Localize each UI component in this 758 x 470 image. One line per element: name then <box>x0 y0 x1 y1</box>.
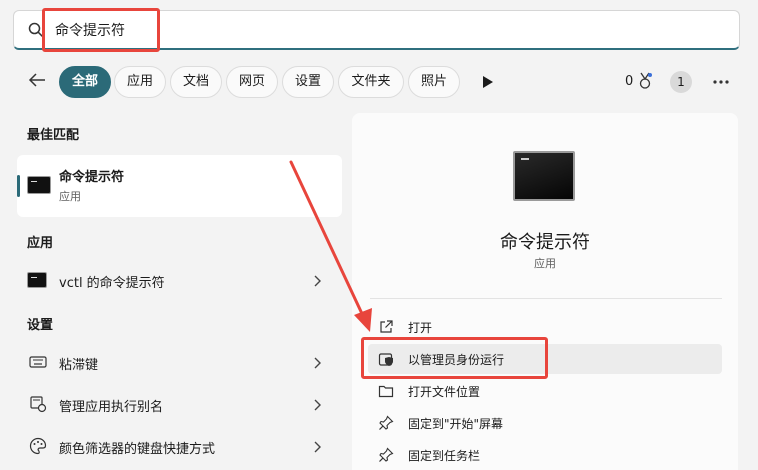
action-open-file-location[interactable]: 打开文件位置 <box>368 376 722 406</box>
more-filters-play-icon[interactable] <box>483 76 493 88</box>
divider <box>370 298 722 299</box>
section-best-match: 最佳匹配 <box>27 128 80 143</box>
tab-documents[interactable]: 文档 <box>170 66 222 98</box>
tab-web[interactable]: 网页 <box>226 66 278 98</box>
action-label: 固定到"开始"屏幕 <box>408 417 504 431</box>
chevron-right-icon[interactable] <box>313 441 321 453</box>
reward-count: 0 <box>625 74 634 89</box>
reward-medal-icon[interactable] <box>638 72 652 90</box>
keyboard-icon <box>29 356 47 368</box>
action-pin-to-start[interactable]: 固定到"开始"屏幕 <box>368 408 722 438</box>
annotation-highlight-run-as-admin <box>361 337 548 379</box>
cmd-icon <box>513 151 575 201</box>
settings-item-app-alias[interactable]: 管理应用执行别名 <box>59 396 163 415</box>
back-arrow-icon[interactable] <box>27 70 47 90</box>
chevron-right-icon[interactable] <box>313 357 321 369</box>
tab-all[interactable]: 全部 <box>59 66 111 98</box>
app-item-vctl-cmd[interactable]: vctl 的命令提示符 <box>59 272 165 291</box>
tab-photos[interactable]: 照片 <box>408 66 460 98</box>
section-settings: 设置 <box>27 318 54 333</box>
app-alias-icon <box>30 396 47 413</box>
open-external-icon <box>380 320 393 333</box>
action-label: 固定到任务栏 <box>408 449 481 463</box>
more-options-icon[interactable] <box>713 80 729 84</box>
chevron-right-icon[interactable] <box>313 399 321 411</box>
best-match-card[interactable] <box>17 155 342 217</box>
action-label: 打开 <box>408 321 433 335</box>
settings-item-sticky-keys[interactable]: 粘滞键 <box>59 354 98 373</box>
tab-apps[interactable]: 应用 <box>114 66 166 98</box>
action-pin-to-taskbar[interactable]: 固定到任务栏 <box>368 440 722 470</box>
settings-item-color-filter-shortcut[interactable]: 颜色筛选器的键盘快捷方式 <box>59 438 215 457</box>
avatar[interactable]: 1 <box>670 71 692 93</box>
best-match-subtitle: 应用 <box>59 190 81 203</box>
folder-icon <box>378 385 394 398</box>
section-apps: 应用 <box>27 236 54 251</box>
annotation-highlight-search <box>42 8 160 52</box>
cmd-icon <box>27 272 47 288</box>
cmd-icon <box>27 176 51 194</box>
detail-subtitle: 应用 <box>534 257 556 270</box>
tab-settings[interactable]: 设置 <box>282 66 334 98</box>
pin-icon <box>379 415 394 430</box>
pin-icon <box>379 447 394 462</box>
chevron-right-icon[interactable] <box>313 275 321 287</box>
tab-folders[interactable]: 文件夹 <box>338 66 404 98</box>
detail-title: 命令提示符 <box>500 232 590 253</box>
action-label: 打开文件位置 <box>408 385 481 399</box>
best-match-title: 命令提示符 <box>59 170 125 185</box>
selection-indicator <box>17 175 20 197</box>
palette-icon <box>29 437 47 455</box>
